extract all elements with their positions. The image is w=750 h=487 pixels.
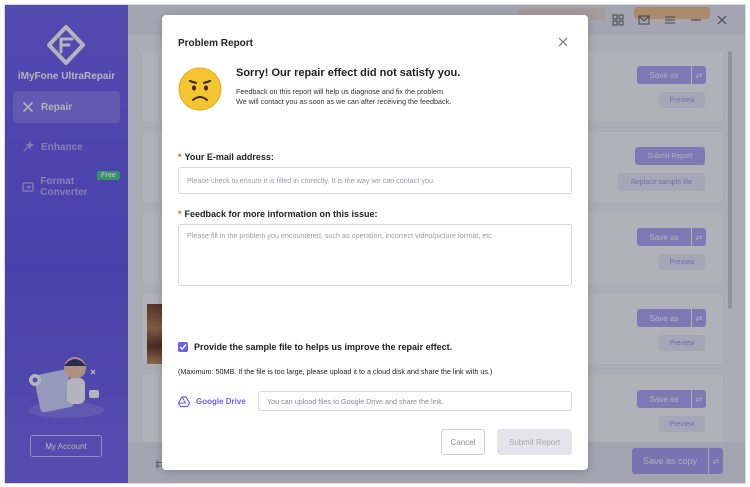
email-field[interactable] (178, 167, 572, 194)
required-marker: * (178, 209, 182, 219)
dialog-title: Problem Report (178, 38, 254, 49)
dialog-subtext: Feedback on this report will help us dia… (236, 87, 445, 96)
google-drive-link[interactable]: Google Drive (196, 397, 246, 406)
google-drive-icon (178, 396, 190, 408)
cancel-button[interactable]: Cancel (441, 429, 485, 455)
sad-face-icon (178, 67, 222, 111)
problem-report-dialog: Problem Report Sorry! Our repair effect … (162, 15, 588, 470)
feedback-label: * Feedback for more information on this i… (178, 209, 378, 219)
submit-report-button[interactable]: Submit Report (497, 429, 572, 455)
dialog-subtext: We will contact you as soon as we can af… (236, 97, 452, 106)
dialog-headline: Sorry! Our repair effect did not satisfy… (236, 67, 461, 79)
sample-file-checkbox[interactable] (178, 342, 188, 352)
drive-link-field[interactable] (258, 391, 572, 411)
email-label: * Your E-mail address: (178, 152, 274, 162)
max-size-note: (Maximum: 50MB. If the file is too large… (178, 367, 493, 376)
feedback-textarea[interactable] (178, 224, 572, 286)
close-icon[interactable] (556, 35, 570, 49)
sample-file-checkbox-label[interactable]: Provide the sample file to helps us impr… (194, 342, 452, 352)
required-marker: * (178, 152, 182, 162)
